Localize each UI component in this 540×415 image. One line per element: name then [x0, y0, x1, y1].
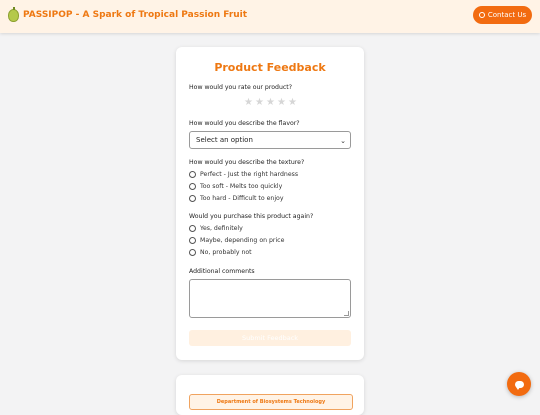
star-icon-1[interactable]: ★	[244, 98, 253, 108]
radio-button[interactable]	[189, 225, 196, 232]
passion-fruit-icon	[8, 7, 19, 22]
contact-us-label: Contact Us	[487, 11, 527, 19]
resize-handle-icon[interactable]	[344, 311, 349, 316]
radio-button[interactable]	[189, 183, 196, 190]
purchase-option[interactable]: Yes, definitely	[189, 225, 243, 232]
department-label: Department of Biosystems Technology	[189, 394, 353, 410]
feedback-form-card: Product Feedback How would you rate our …	[176, 47, 364, 360]
radio-button[interactable]	[189, 237, 196, 244]
radio-button[interactable]	[189, 249, 196, 256]
purchase-option-label: No, probably not	[200, 249, 252, 256]
flavor-select[interactable]: Select an option ⌄	[189, 131, 351, 149]
chat-button[interactable]	[507, 372, 531, 396]
radio-button[interactable]	[189, 171, 196, 178]
rating-question: How would you rate our product?	[189, 84, 293, 91]
brand-title: PASSIPOP - A Spark of Tropical Passion F…	[23, 10, 248, 20]
comments-textarea[interactable]	[189, 279, 351, 318]
purchase-option[interactable]: No, probably not	[189, 249, 252, 256]
purchase-option-label: Yes, definitely	[200, 225, 243, 232]
contact-us-button[interactable]: Contact Us	[473, 6, 532, 24]
purchase-option-label: Maybe, depending on price	[200, 237, 285, 244]
star-icon-5[interactable]: ★	[288, 98, 297, 108]
flavor-question: How would you describe the flavor?	[189, 120, 300, 127]
texture-option[interactable]: Perfect - Just the right hardness	[189, 171, 298, 178]
chevron-down-icon: ⌄	[340, 137, 346, 145]
star-icon-4[interactable]: ★	[277, 98, 286, 108]
star-rating: ★ ★ ★ ★ ★	[244, 98, 297, 108]
footer-card: Department of Biosystems Technology	[176, 375, 364, 415]
texture-option-label: Perfect - Just the right hardness	[200, 171, 299, 178]
texture-option[interactable]: Too hard - Difficult to enjoy	[189, 195, 283, 202]
star-icon-3[interactable]: ★	[266, 98, 275, 108]
flavor-select-value: Select an option	[196, 136, 253, 144]
purchase-question: Would you purchase this product again?	[189, 213, 314, 220]
top-header: PASSIPOP - A Spark of Tropical Passion F…	[0, 0, 540, 33]
texture-option-label: Too hard - Difficult to enjoy	[200, 195, 284, 202]
purchase-option[interactable]: Maybe, depending on price	[189, 237, 284, 244]
whatsapp-icon	[478, 12, 485, 18]
star-icon-2[interactable]: ★	[255, 98, 264, 108]
radio-button[interactable]	[189, 195, 196, 202]
form-title: Product Feedback	[214, 61, 326, 74]
submit-feedback-button[interactable]: Submit Feedback	[189, 330, 351, 346]
texture-question: How would you describe the texture?	[189, 159, 305, 166]
chat-bubble-icon	[514, 380, 524, 390]
texture-option[interactable]: Too soft - Melts too quickly	[189, 183, 282, 190]
texture-option-label: Too soft - Melts too quickly	[200, 183, 283, 190]
comments-label: Additional comments	[189, 268, 255, 275]
